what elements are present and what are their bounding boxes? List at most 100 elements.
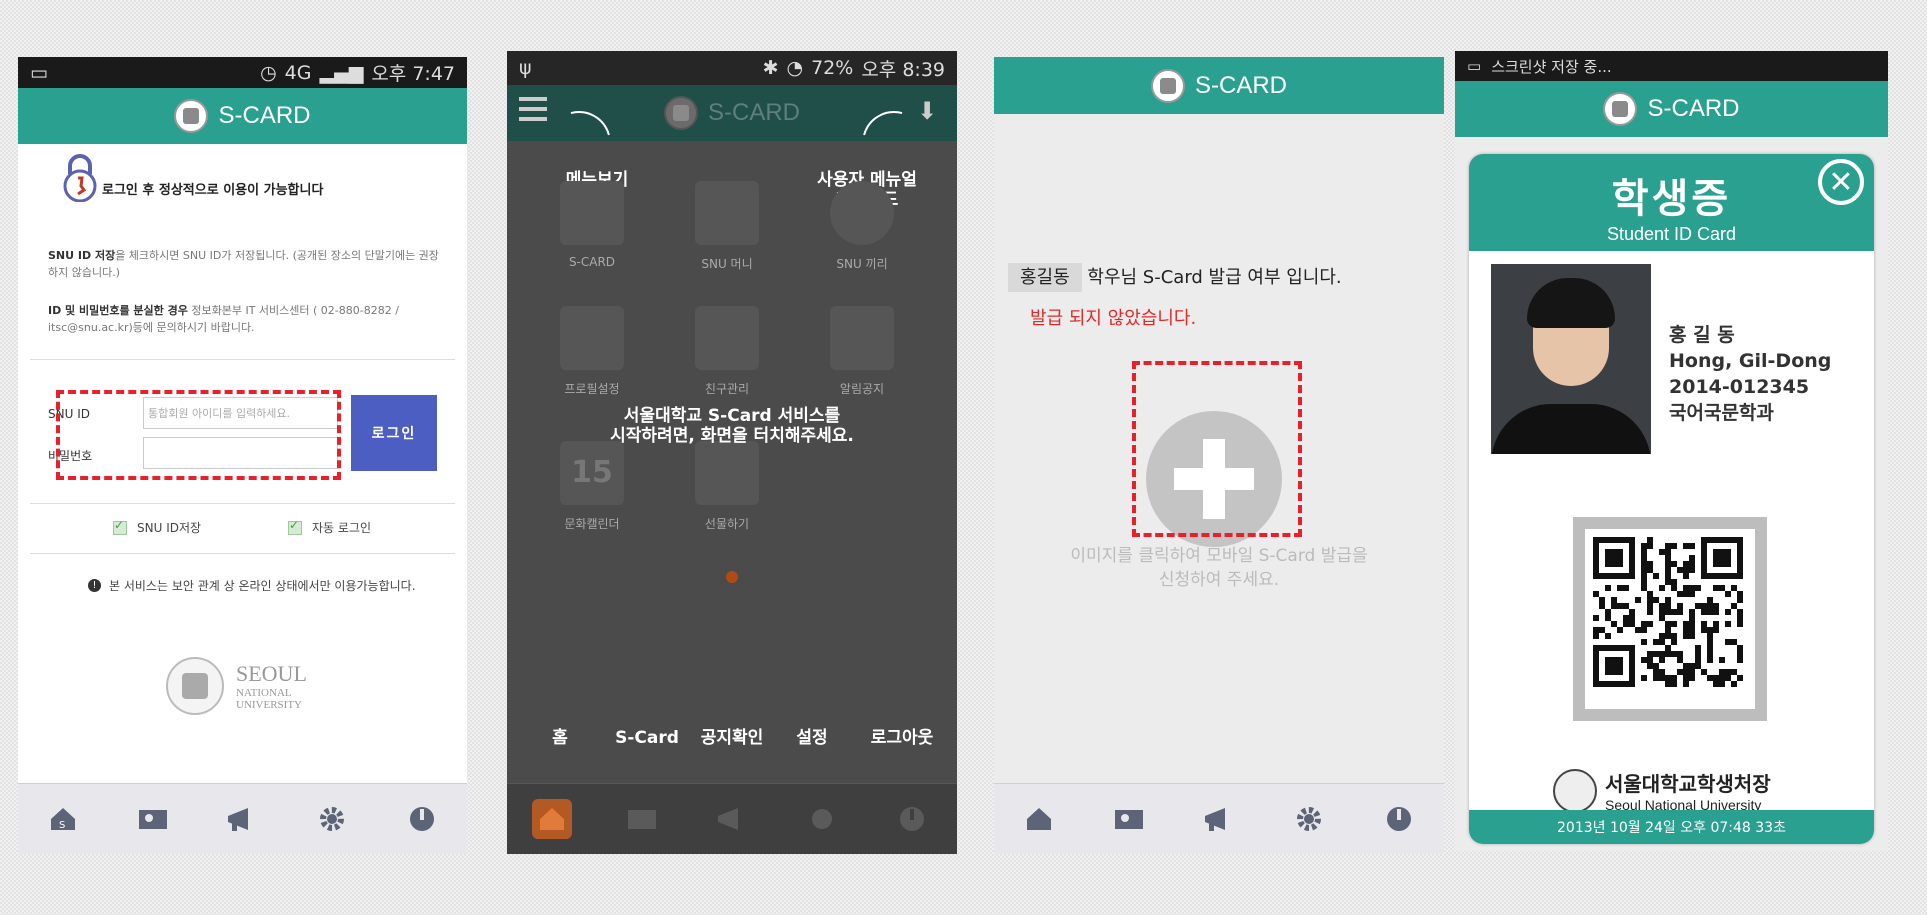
power-icon[interactable] bbox=[892, 799, 932, 839]
megaphone-icon[interactable] bbox=[712, 799, 752, 839]
snu-seal-icon bbox=[1553, 768, 1597, 813]
logo-line: SEOUL bbox=[236, 661, 307, 686]
power-icon[interactable] bbox=[1379, 799, 1419, 839]
scard-icon bbox=[560, 181, 624, 245]
auto-login-label: 자동 로그인 bbox=[312, 521, 372, 535]
save-id-checkbox[interactable]: SNU ID저장 bbox=[113, 518, 201, 536]
network-label: 4G bbox=[284, 61, 312, 84]
name-ko: 홍 길 동 bbox=[1669, 324, 1735, 346]
download-icon[interactable]: ⬇ bbox=[917, 97, 945, 125]
snu-logo: SEOUL NATIONAL UNIVERSITY bbox=[166, 657, 307, 715]
highlight-dashed-box bbox=[56, 390, 341, 480]
student-number: 2014-012345 bbox=[1669, 376, 1810, 398]
nav-tip-logout: 로그아웃 bbox=[870, 728, 934, 748]
card-icon[interactable] bbox=[133, 799, 173, 839]
gear-icon[interactable] bbox=[312, 799, 352, 839]
grid-item-friends[interactable]: 친구관리 bbox=[672, 306, 782, 397]
grid-item-notice[interactable]: 알림공지 bbox=[807, 306, 917, 397]
student-info: 홍 길 동 Hong, Gil-Dong 2014-012345 국어국문학과 bbox=[1669, 322, 1831, 426]
checkbox-icon bbox=[113, 518, 127, 535]
issuer-ko: 서울대학교학생처장 bbox=[1605, 772, 1771, 796]
app-bar: S-CARD bbox=[994, 57, 1444, 114]
grid-item-scard[interactable]: S-CARD bbox=[537, 181, 647, 269]
nav-tip-home: 홈 bbox=[552, 728, 568, 748]
issue-timestamp: 2013년 10월 24일 오후 07:48 33초 bbox=[1469, 810, 1874, 844]
checkbox-icon bbox=[288, 518, 302, 535]
svg-text:S: S bbox=[59, 820, 65, 831]
name-en: Hong, Gil-Dong bbox=[1669, 350, 1832, 372]
highlight-dashed-box bbox=[1132, 361, 1302, 537]
app-title: S-CARD bbox=[1194, 71, 1287, 99]
app-bar: S-CARD bbox=[18, 88, 467, 144]
grid-item-snu-money[interactable]: SNU 머니 bbox=[672, 181, 782, 272]
touch-to-start[interactable]: 서울대학교 S-Card 서비스를 시작하려면, 화면을 터치해주세요. bbox=[547, 406, 917, 446]
megaphone-icon[interactable] bbox=[222, 799, 262, 839]
grid-label: SNU 끼리 bbox=[836, 257, 888, 271]
gear-icon[interactable] bbox=[1289, 799, 1329, 839]
menu-icon[interactable] bbox=[519, 97, 547, 121]
calendar-icon: 15 bbox=[560, 441, 624, 505]
close-icon[interactable]: ✕ bbox=[1818, 159, 1864, 205]
page-indicator-dot bbox=[726, 571, 738, 583]
logo-line: NATIONAL bbox=[236, 687, 292, 699]
grid-item-profile[interactable]: 프로필설정 bbox=[537, 306, 647, 397]
card-icon[interactable] bbox=[1109, 799, 1149, 839]
app-title: S-CARD bbox=[218, 102, 311, 129]
app-title: S-CARD bbox=[707, 99, 800, 126]
home-icon[interactable] bbox=[1019, 799, 1059, 839]
usb-icon: ψ bbox=[519, 57, 532, 79]
card-title-ko: 학생증 bbox=[1611, 176, 1732, 222]
grid-item-snu-friends[interactable]: SNU 끼리 bbox=[807, 181, 917, 272]
login-heading: 로그인 후 정상적으로 이용이 가능합니다 bbox=[102, 183, 324, 198]
home-icon[interactable] bbox=[532, 799, 572, 839]
bottom-nav bbox=[994, 783, 1444, 854]
grid-label: 문화캘린더 bbox=[564, 517, 620, 531]
divider bbox=[30, 553, 455, 554]
status-bar: ▭ 스크린샷 저장 중... bbox=[1455, 51, 1888, 81]
signal-icon: ▂▄▆ bbox=[319, 61, 364, 84]
home-icon[interactable]: S bbox=[43, 799, 83, 839]
online-notice: ! 본 서비스는 보안 관계 상 온라인 상태에서만 이용가능합니다. bbox=[88, 577, 416, 594]
grid-label: 알림공지 bbox=[839, 382, 885, 396]
alarm-icon: ◷ bbox=[260, 61, 277, 84]
status-bar: ψ ✱ ◔ 72% 오후 8:39 bbox=[507, 51, 957, 85]
note-bold: ID 및 비밀번호를 분실한 경우 bbox=[48, 304, 188, 317]
issue-status-title: 홍길동 학우님 S-Card 발급 여부 입니다. bbox=[1008, 263, 1342, 292]
snu-emblem-icon bbox=[174, 99, 209, 133]
tutorial-screen: ψ ✱ ◔ 72% 오후 8:39 S-CARD ⬇ 메뉴보기 사용자 메뉴얼 … bbox=[507, 51, 957, 854]
megaphone-icon[interactable] bbox=[1199, 799, 1239, 839]
bluetooth-icon: ✱ bbox=[762, 57, 779, 79]
grid-label: 선물하기 bbox=[704, 517, 750, 531]
gear-icon[interactable] bbox=[802, 799, 842, 839]
hint-line: 신청하여 주세요. bbox=[1158, 570, 1280, 590]
grid-label: SNU 머니 bbox=[701, 257, 753, 271]
status-bar: ▭ ◷ 4G ▂▄▆ 오후 7:47 bbox=[18, 57, 467, 88]
qr-pattern bbox=[1593, 537, 1743, 687]
online-notice-text: 본 서비스는 보안 관계 상 온라인 상태에서만 이용가능합니다. bbox=[109, 579, 416, 593]
department: 국어국문학과 bbox=[1669, 402, 1774, 424]
gallery-icon: ▭ bbox=[30, 61, 48, 84]
grid-item-gift[interactable]: 선물하기 bbox=[672, 441, 782, 532]
center-line: 서울대학교 S-Card 서비스를 bbox=[623, 406, 841, 426]
battery-label: 72% bbox=[811, 57, 854, 79]
student-id-card: 학생증 Student ID Card ✕ 홍 길 동 Hong, Gil-Do… bbox=[1469, 154, 1874, 844]
center-line: 시작하려면, 화면을 터치해주세요. bbox=[610, 426, 854, 446]
app-bar: S-CARD bbox=[1455, 81, 1888, 137]
nav-tip-notice: 공지확인 bbox=[700, 728, 764, 748]
login-button[interactable]: 로그인 bbox=[351, 395, 437, 471]
card-header: 학생증 Student ID Card ✕ bbox=[1469, 154, 1874, 251]
snu-emblem-icon bbox=[663, 96, 698, 130]
grid-label: S-CARD bbox=[568, 255, 616, 269]
auto-login-checkbox[interactable]: 자동 로그인 bbox=[288, 518, 372, 536]
card-icon[interactable] bbox=[622, 799, 662, 839]
divider bbox=[30, 503, 455, 504]
grid-label: 프로필설정 bbox=[564, 382, 620, 396]
bottom-nav bbox=[507, 783, 957, 854]
megaphone-icon bbox=[830, 306, 894, 370]
screenshot-status: 스크린샷 저장 중... bbox=[1491, 57, 1612, 76]
power-icon[interactable] bbox=[402, 799, 442, 839]
ring-icon bbox=[830, 181, 894, 245]
logo-line: UNIVERSITY bbox=[236, 699, 302, 711]
grid-item-calendar[interactable]: 15 문화캘린더 bbox=[537, 441, 647, 532]
snu-emblem-icon bbox=[1150, 68, 1185, 103]
